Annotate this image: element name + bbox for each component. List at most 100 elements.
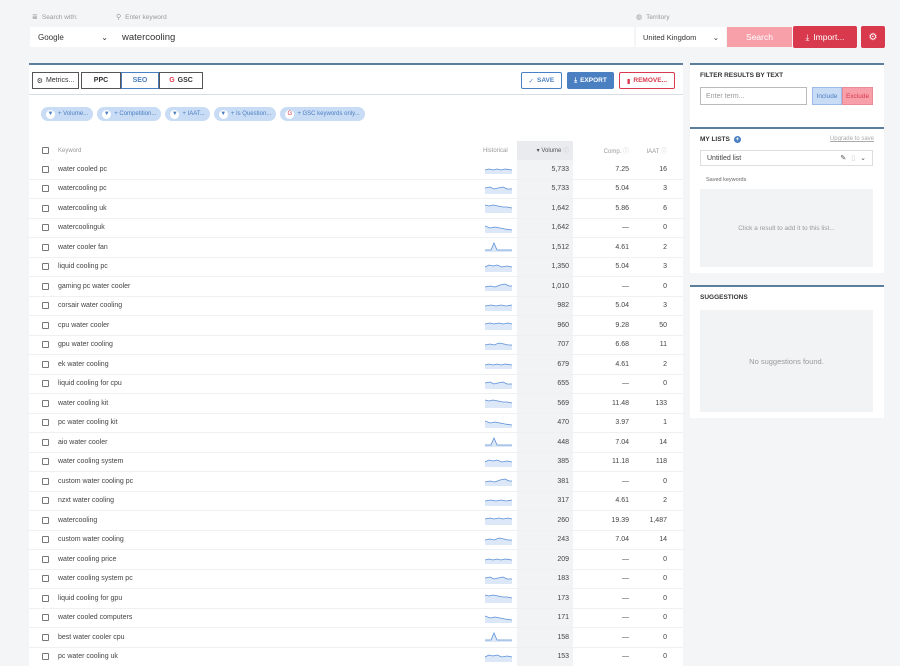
- row-checkbox[interactable]: [42, 555, 49, 563]
- table-row[interactable]: watercooling uk 1,642 5.86 6: [29, 199, 683, 219]
- table-row[interactable]: watercooling pc 5,733 5.04 3: [29, 179, 683, 199]
- export-button[interactable]: ⤓ EXPORT: [567, 72, 614, 89]
- delete-icon[interactable]: ▯: [851, 154, 855, 162]
- row-checkbox[interactable]: [42, 165, 49, 173]
- table-row[interactable]: custom water cooling 243 7.04 14: [29, 530, 683, 550]
- row-checkbox[interactable]: [42, 380, 49, 388]
- row-checkbox[interactable]: [42, 341, 49, 349]
- territory-select[interactable]: United Kingdom ⌄: [636, 27, 726, 47]
- keyword-cell[interactable]: best water cooler cpu: [58, 634, 125, 641]
- table-row[interactable]: pc water cooling uk 153 — 0: [29, 647, 683, 666]
- table-row[interactable]: corsair water cooling 982 5.04 3: [29, 296, 683, 316]
- table-row[interactable]: gaming pc water cooler 1,010 — 0: [29, 277, 683, 297]
- keyword-input[interactable]: watercooling: [116, 27, 634, 47]
- filter-chip-competition[interactable]: ▼ + Competition...: [97, 107, 162, 121]
- table-row[interactable]: liquid cooling pc 1,350 5.04 3: [29, 257, 683, 277]
- edit-icon[interactable]: ✎: [840, 154, 846, 162]
- row-checkbox[interactable]: [42, 360, 49, 368]
- tab-seo[interactable]: SEO: [121, 72, 159, 89]
- keyword-cell[interactable]: pc water cooling kit: [58, 419, 118, 426]
- keyword-cell[interactable]: watercoolinguk: [58, 224, 105, 231]
- table-row[interactable]: water cooling price 209 — 0: [29, 550, 683, 570]
- table-row[interactable]: water cooling kit 569 11.48 133: [29, 394, 683, 414]
- keyword-cell[interactable]: gpu water cooling: [58, 341, 113, 348]
- table-row[interactable]: custom water cooling pc 381 — 0: [29, 472, 683, 492]
- include-button[interactable]: Include: [812, 87, 842, 105]
- filter-chip-volume[interactable]: ▼ + Volume...: [41, 107, 94, 121]
- row-checkbox[interactable]: [42, 497, 49, 505]
- table-row[interactable]: watercoolinguk 1,642 — 0: [29, 218, 683, 238]
- row-checkbox[interactable]: [42, 282, 49, 290]
- row-checkbox[interactable]: [42, 633, 49, 641]
- add-list-icon[interactable]: +: [733, 136, 741, 143]
- table-row[interactable]: liquid cooling for cpu 655 — 0: [29, 374, 683, 394]
- exclude-button[interactable]: Exclude: [842, 87, 873, 105]
- list-select[interactable]: Untitled list ✎ ▯ ⌄: [700, 150, 873, 166]
- header-volume[interactable]: ▾ Volume ⓘ: [517, 141, 573, 160]
- table-row[interactable]: cpu water cooler 960 9.28 50: [29, 316, 683, 336]
- remove-button[interactable]: ▮ REMOVE...: [618, 72, 675, 89]
- row-checkbox[interactable]: [42, 477, 49, 485]
- tab-ppc[interactable]: PPC: [81, 72, 121, 89]
- save-button[interactable]: ✓ SAVE: [520, 72, 563, 89]
- keyword-cell[interactable]: liquid cooling for cpu: [58, 380, 122, 387]
- header-comp[interactable]: Comp. ⓘ: [573, 146, 629, 155]
- row-checkbox[interactable]: [42, 204, 49, 212]
- keyword-cell[interactable]: water cooling kit: [58, 400, 108, 407]
- filter-chip-gsc[interactable]: G + GSC keywords only...: [280, 107, 365, 121]
- table-row[interactable]: water cooling system 385 11.18 118: [29, 452, 683, 472]
- row-checkbox[interactable]: [42, 438, 49, 446]
- keyword-cell[interactable]: cpu water cooler: [58, 322, 109, 329]
- row-checkbox[interactable]: [42, 516, 49, 524]
- row-checkbox[interactable]: [42, 243, 49, 251]
- filter-chip-question[interactable]: ▼ + Is Question...: [213, 107, 277, 121]
- upgrade-link[interactable]: Upgrade to save: [830, 136, 874, 142]
- row-checkbox[interactable]: [42, 536, 49, 544]
- keyword-cell[interactable]: aio water cooler: [58, 439, 107, 446]
- keyword-cell[interactable]: water cooling system pc: [58, 575, 133, 582]
- keyword-cell[interactable]: liquid cooling for gpu: [58, 595, 122, 602]
- chevron-down-icon[interactable]: ⌄: [860, 154, 866, 162]
- row-checkbox[interactable]: [42, 399, 49, 407]
- select-all-checkbox[interactable]: [42, 147, 49, 154]
- table-row[interactable]: best water cooler cpu 158 — 0: [29, 628, 683, 648]
- keyword-cell[interactable]: water cooled computers: [58, 614, 132, 621]
- engine-select[interactable]: Google ⌄: [30, 27, 116, 47]
- row-checkbox[interactable]: [42, 575, 49, 583]
- row-checkbox[interactable]: [42, 653, 49, 661]
- keyword-cell[interactable]: watercooling: [58, 517, 97, 524]
- table-row[interactable]: liquid cooling for gpu 173 — 0: [29, 589, 683, 609]
- row-checkbox[interactable]: [42, 458, 49, 466]
- row-checkbox[interactable]: [42, 419, 49, 427]
- table-row[interactable]: pc water cooling kit 470 3.97 1: [29, 413, 683, 433]
- row-checkbox[interactable]: [42, 185, 49, 193]
- keyword-cell[interactable]: liquid cooling pc: [58, 263, 108, 270]
- row-checkbox[interactable]: [42, 594, 49, 602]
- table-row[interactable]: water cooler fan 1,512 4.61 2: [29, 238, 683, 258]
- keyword-cell[interactable]: water cooling price: [58, 556, 116, 563]
- table-row[interactable]: gpu water cooling 707 6.68 11: [29, 335, 683, 355]
- keyword-cell[interactable]: water cooler fan: [58, 244, 108, 251]
- row-checkbox[interactable]: [42, 614, 49, 622]
- import-button[interactable]: ⤓ Import...: [793, 26, 857, 48]
- table-row[interactable]: nzxt water cooling 317 4.61 2: [29, 491, 683, 511]
- keyword-cell[interactable]: corsair water cooling: [58, 302, 122, 309]
- keyword-cell[interactable]: pc water cooling uk: [58, 653, 118, 660]
- tab-gsc[interactable]: G GSC: [159, 72, 203, 89]
- row-checkbox[interactable]: [42, 321, 49, 329]
- table-row[interactable]: water cooled computers 171 — 0: [29, 608, 683, 628]
- table-row[interactable]: aio water cooler 448 7.04 14: [29, 433, 683, 453]
- filter-term-input[interactable]: Enter term...: [700, 87, 807, 105]
- header-iaat[interactable]: IAAT ⓘ: [629, 146, 667, 155]
- header-keyword[interactable]: Keyword: [58, 148, 81, 154]
- keyword-cell[interactable]: water cooled pc: [58, 166, 107, 173]
- keyword-cell[interactable]: watercooling uk: [58, 205, 107, 212]
- row-checkbox[interactable]: [42, 302, 49, 310]
- metrics-button[interactable]: ⚙ Metrics...: [32, 72, 79, 89]
- settings-button[interactable]: ⚙: [861, 26, 885, 48]
- keyword-cell[interactable]: watercooling pc: [58, 185, 107, 192]
- keyword-cell[interactable]: nzxt water cooling: [58, 497, 114, 504]
- keyword-cell[interactable]: custom water cooling: [58, 536, 124, 543]
- table-row[interactable]: ek water cooling 679 4.61 2: [29, 355, 683, 375]
- search-button[interactable]: Search: [727, 27, 792, 47]
